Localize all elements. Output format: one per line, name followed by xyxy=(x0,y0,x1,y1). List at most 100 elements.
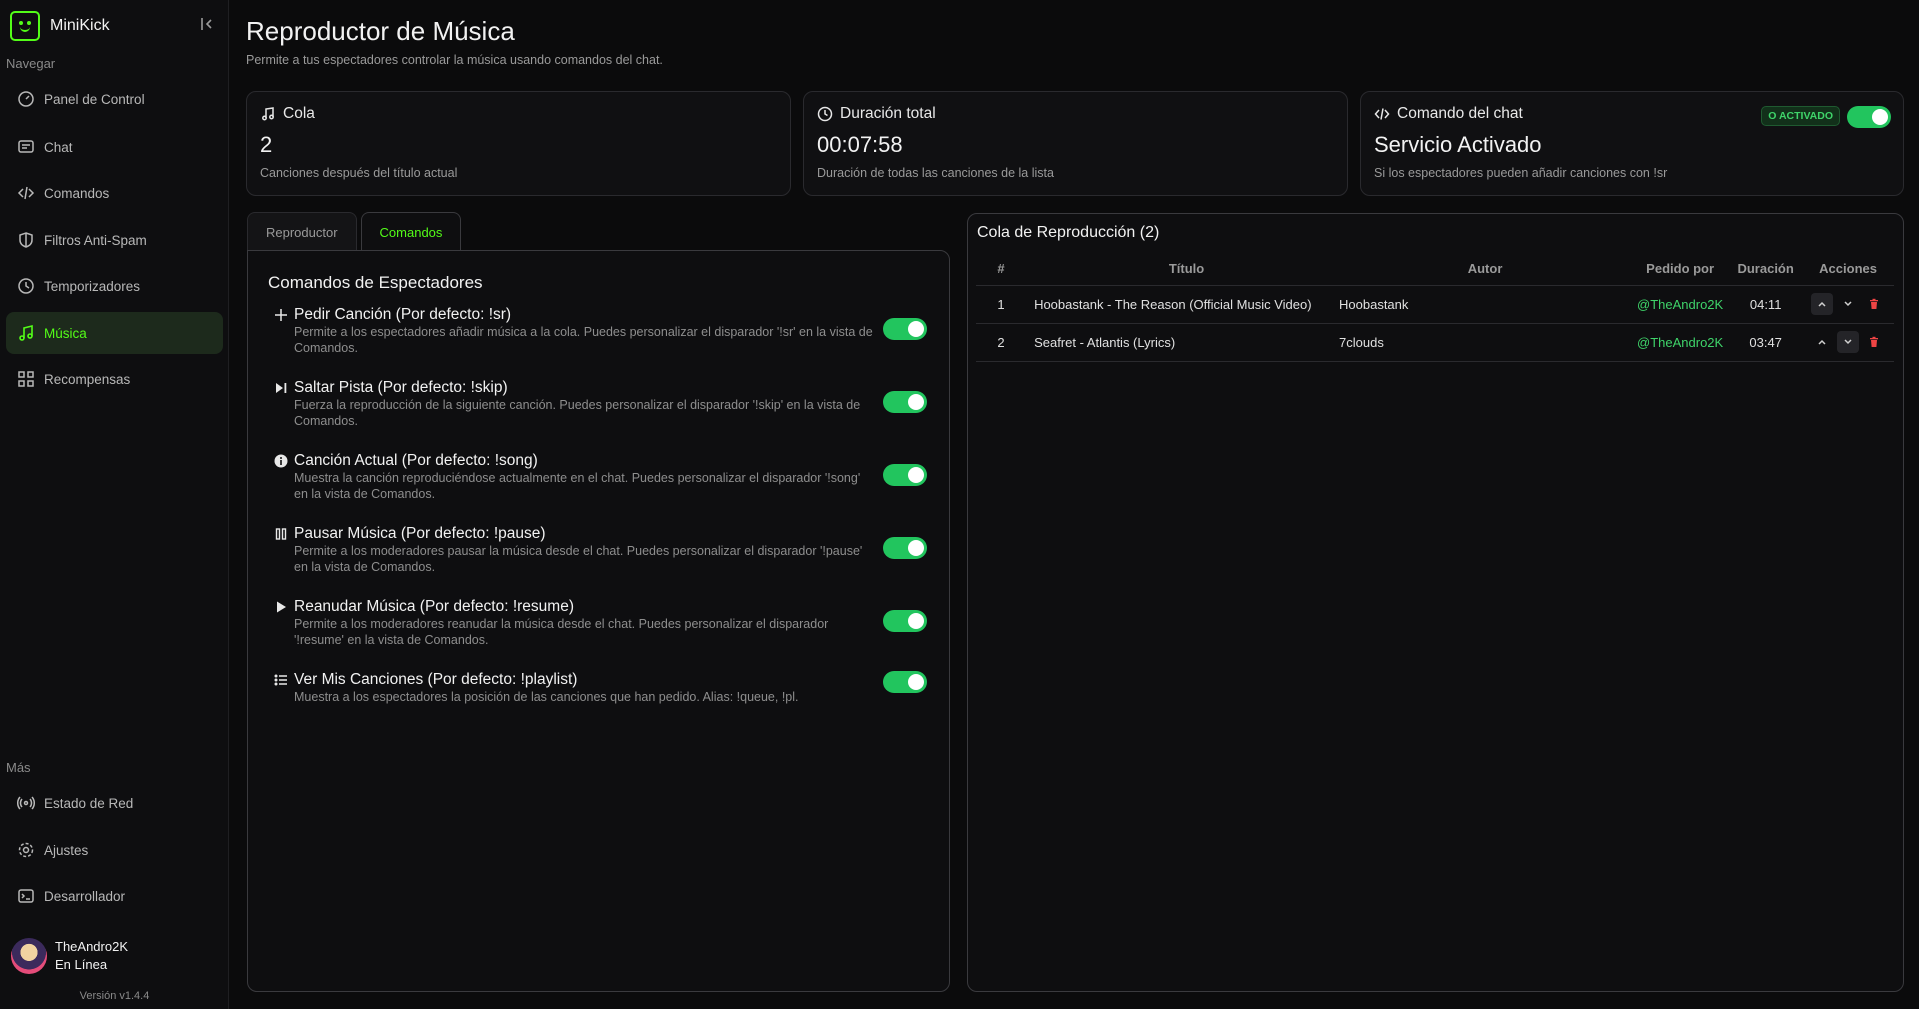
table-row: 2 Seafret - Atlantis (Lyrics) 7clouds @T… xyxy=(976,323,1894,362)
col-title: Título xyxy=(1026,252,1340,286)
chat-command-card-title: Comando del chat xyxy=(1397,105,1523,122)
move-down-button[interactable] xyxy=(1837,293,1859,315)
command-toggle-playlist[interactable] xyxy=(883,671,927,693)
sidebar-item-label: Temporizadores xyxy=(44,278,141,294)
command-item-resume: Reanudar Música (Por defecto: !resume) P… xyxy=(274,598,927,648)
trash-icon xyxy=(1870,298,1879,309)
queue-card-title: Cola xyxy=(283,105,315,122)
command-item-sr: Pedir Canción (Por defecto: !sr) Permite… xyxy=(274,306,927,356)
avatar xyxy=(11,938,47,974)
command-toggle-skip[interactable] xyxy=(883,391,927,413)
code-icon xyxy=(17,186,35,200)
queue-card-sub: Canciones después del título actual xyxy=(260,166,458,180)
sidebar-item-musica[interactable]: Música xyxy=(6,312,223,354)
sidebar-item-label: Chat xyxy=(44,139,73,155)
row-duration: 04:11 xyxy=(1729,285,1803,324)
service-status: Servicio Activado xyxy=(1374,132,1542,157)
radio-icon xyxy=(17,796,35,810)
table-row: 1 Hoobastank - The Reason (Official Musi… xyxy=(976,285,1894,324)
pause-icon xyxy=(275,528,287,540)
duration-card: Duración total 00:07:58 Duración de toda… xyxy=(803,91,1348,196)
viewer-commands-panel: Comandos de Espectadores Pedir Canción (… xyxy=(247,250,950,992)
delete-button[interactable] xyxy=(1863,331,1885,353)
command-item-skip: Saltar Pista (Por defecto: !skip) Fuerza… xyxy=(274,379,927,429)
sidebar-item-estado-de-red[interactable]: Estado de Red xyxy=(6,782,223,824)
sidebar-item-label: Panel de Control xyxy=(44,91,145,107)
command-item-playlist: Ver Mis Canciones (Por defecto: !playlis… xyxy=(274,671,927,705)
row-title: Hoobastank - The Reason (Official Music … xyxy=(1026,285,1340,324)
sidebar-item-desarrollador[interactable]: Desarrollador xyxy=(6,875,223,917)
minikick-logo-icon xyxy=(10,11,40,41)
command-item-song: Canción Actual (Por defecto: !song) Mues… xyxy=(274,452,927,502)
sidebar-item-recompensas[interactable]: Recompensas xyxy=(6,358,223,400)
row-author: 7clouds xyxy=(1339,323,1632,362)
command-item-pause: Pausar Música (Por defecto: !pause) Perm… xyxy=(274,525,927,575)
user-profile[interactable]: TheAndro2K En Línea xyxy=(11,938,128,974)
row-number: 1 xyxy=(976,285,1027,324)
sidebar-item-panel-de-control[interactable]: Panel de Control xyxy=(6,78,223,120)
chat-icon xyxy=(18,140,34,153)
move-up-button[interactable] xyxy=(1811,293,1834,315)
queue-title: Cola de Reproducción (2) xyxy=(977,224,1160,241)
command-title: Canción Actual (Por defecto: !song) xyxy=(294,452,538,469)
page-subtitle: Permite a tus espectadores controlar la … xyxy=(246,53,663,67)
sidebar-item-temporizadores[interactable]: Temporizadores xyxy=(6,265,223,307)
gauge-icon xyxy=(18,91,34,107)
sidebar-item-comandos[interactable]: Comandos xyxy=(6,172,223,214)
tab-reproductor[interactable]: Reproductor xyxy=(247,212,357,251)
plus-icon xyxy=(275,309,287,321)
row-requested-by[interactable]: @TheAndro2K xyxy=(1631,323,1730,362)
clock-icon xyxy=(18,278,34,294)
row-duration: 03:47 xyxy=(1729,323,1803,362)
row-title: Seafret - Atlantis (Lyrics) xyxy=(1026,323,1340,362)
total-duration: 00:07:58 xyxy=(817,132,903,157)
command-toggle-resume[interactable] xyxy=(883,610,927,632)
code-icon xyxy=(1374,108,1390,120)
sidebar-item-filtros-anti-spam[interactable]: Filtros Anti-Spam xyxy=(6,219,223,261)
delete-button[interactable] xyxy=(1863,293,1885,315)
sidebar-item-label: Música xyxy=(44,325,87,341)
collapse-sidebar-icon[interactable] xyxy=(199,16,215,32)
duration-card-sub: Duración de todas las canciones de la li… xyxy=(817,166,1054,180)
command-desc: Muestra a los espectadores la posición d… xyxy=(294,690,799,704)
chevron-down-icon xyxy=(1844,301,1852,307)
sidebar-item-label: Filtros Anti-Spam xyxy=(44,232,147,248)
command-toggle-sr[interactable] xyxy=(883,318,927,340)
col-actions: Acciones xyxy=(1802,252,1894,286)
col-duration: Duración xyxy=(1729,252,1803,286)
brand[interactable]: MiniKick xyxy=(10,11,110,41)
command-toggle-song[interactable] xyxy=(883,464,927,486)
shield-icon xyxy=(19,232,33,248)
chevron-up-icon xyxy=(1818,339,1826,345)
duration-card-title: Duración total xyxy=(840,105,936,122)
command-title: Reanudar Música (Por defecto: !resume) xyxy=(294,598,574,615)
row-author: Hoobastank xyxy=(1339,285,1632,324)
tab-comandos[interactable]: Comandos xyxy=(360,212,462,252)
chat-command-toggle[interactable] xyxy=(1847,106,1891,128)
chevron-down-icon xyxy=(1844,339,1852,345)
command-title: Saltar Pista (Por defecto: !skip) xyxy=(294,379,508,396)
list-icon xyxy=(274,674,287,686)
panel-title: Comandos de Espectadores xyxy=(268,273,483,292)
trash-icon xyxy=(1870,336,1879,347)
command-desc: Muestra la canción reproduciéndose actua… xyxy=(294,471,861,501)
command-toggle-pause[interactable] xyxy=(883,537,927,559)
info-icon xyxy=(274,454,288,468)
sidebar-item-chat[interactable]: Chat xyxy=(6,126,223,168)
sidebar-item-ajustes[interactable]: Ajustes xyxy=(6,829,223,871)
queue-table: # Título Autor Pedido por Duración Accio… xyxy=(976,252,1894,362)
sidebar-item-label: Comandos xyxy=(44,185,110,201)
clock-icon xyxy=(817,106,833,122)
sidebar-item-label: Ajustes xyxy=(44,842,89,858)
grid-icon xyxy=(18,371,34,387)
row-requested-by[interactable]: @TheAndro2K xyxy=(1631,285,1730,324)
sidebar-item-label: Recompensas xyxy=(44,371,131,387)
sidebar: MiniKick Navegar Panel de Control Chat C… xyxy=(0,0,229,1009)
tab-bar: Reproductor Comandos xyxy=(247,212,465,252)
sidebar-item-label: Desarrollador xyxy=(44,888,126,904)
more-section-label: Más xyxy=(6,760,31,775)
chat-command-card-sub: Si los espectadores pueden añadir cancio… xyxy=(1374,166,1668,180)
move-up-button[interactable] xyxy=(1811,331,1833,353)
sidebar-item-label: Estado de Red xyxy=(44,795,134,811)
move-down-button[interactable] xyxy=(1837,331,1860,353)
